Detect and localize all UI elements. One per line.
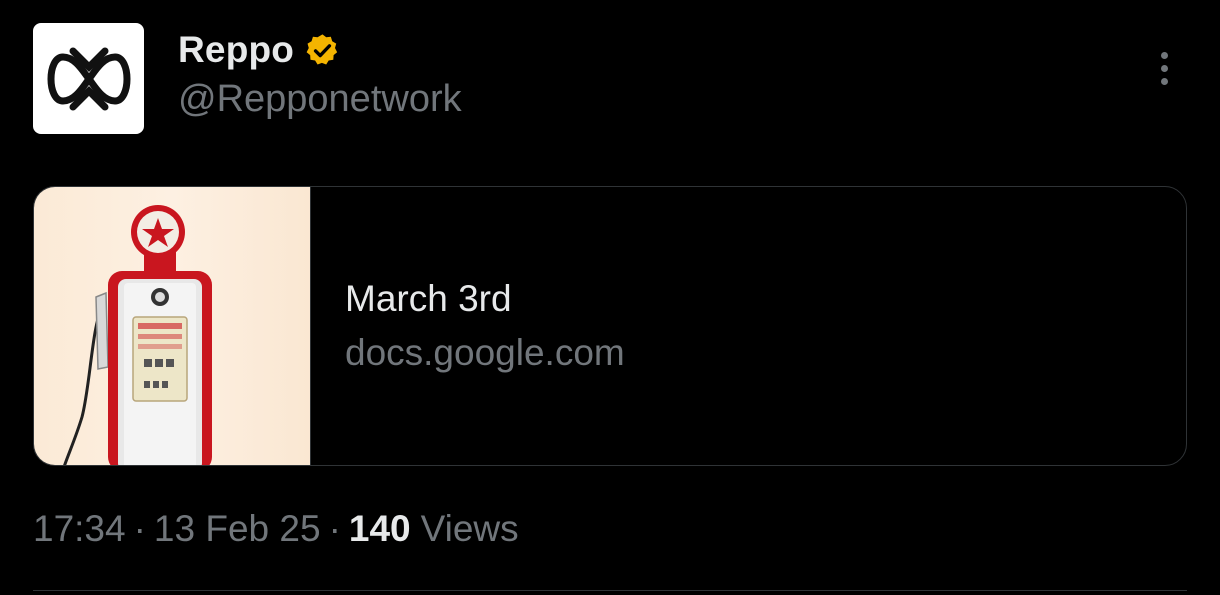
more-dot-icon [1160, 77, 1168, 85]
tweet-date[interactable]: 13 Feb 25 [154, 508, 321, 550]
card-text: March 3rd docs.google.com [311, 187, 1186, 465]
gas-pump-image [63, 205, 212, 465]
meta-separator: · [133, 508, 146, 549]
more-dot-icon [1160, 64, 1168, 72]
author-name-row[interactable]: Reppo [178, 27, 341, 73]
verified-badge-icon [306, 33, 338, 65]
views-count[interactable]: 140 [349, 508, 411, 550]
more-dot-icon [1160, 51, 1168, 59]
views-label[interactable]: Views [421, 508, 519, 550]
more-options-button[interactable] [1146, 45, 1182, 91]
tweet-meta: 17:34 · 13 Feb 25 · 140 Views [33, 508, 519, 550]
card-domain: docs.google.com [345, 332, 625, 373]
display-name[interactable]: Reppo [178, 29, 294, 71]
card-title: March 3rd [345, 278, 512, 319]
divider [33, 590, 1187, 591]
card-image [34, 187, 311, 465]
author-handle[interactable]: @Repponetwork [178, 78, 462, 121]
infinity-knot-logo-icon [47, 47, 130, 110]
meta-separator: · [328, 508, 341, 549]
avatar[interactable] [33, 23, 144, 134]
tweet-time[interactable]: 17:34 [33, 508, 126, 550]
link-preview-card[interactable]: March 3rd docs.google.com [33, 186, 1187, 466]
tweet: Reppo @Repponetwork March 3rd docs.googl… [0, 0, 1220, 595]
